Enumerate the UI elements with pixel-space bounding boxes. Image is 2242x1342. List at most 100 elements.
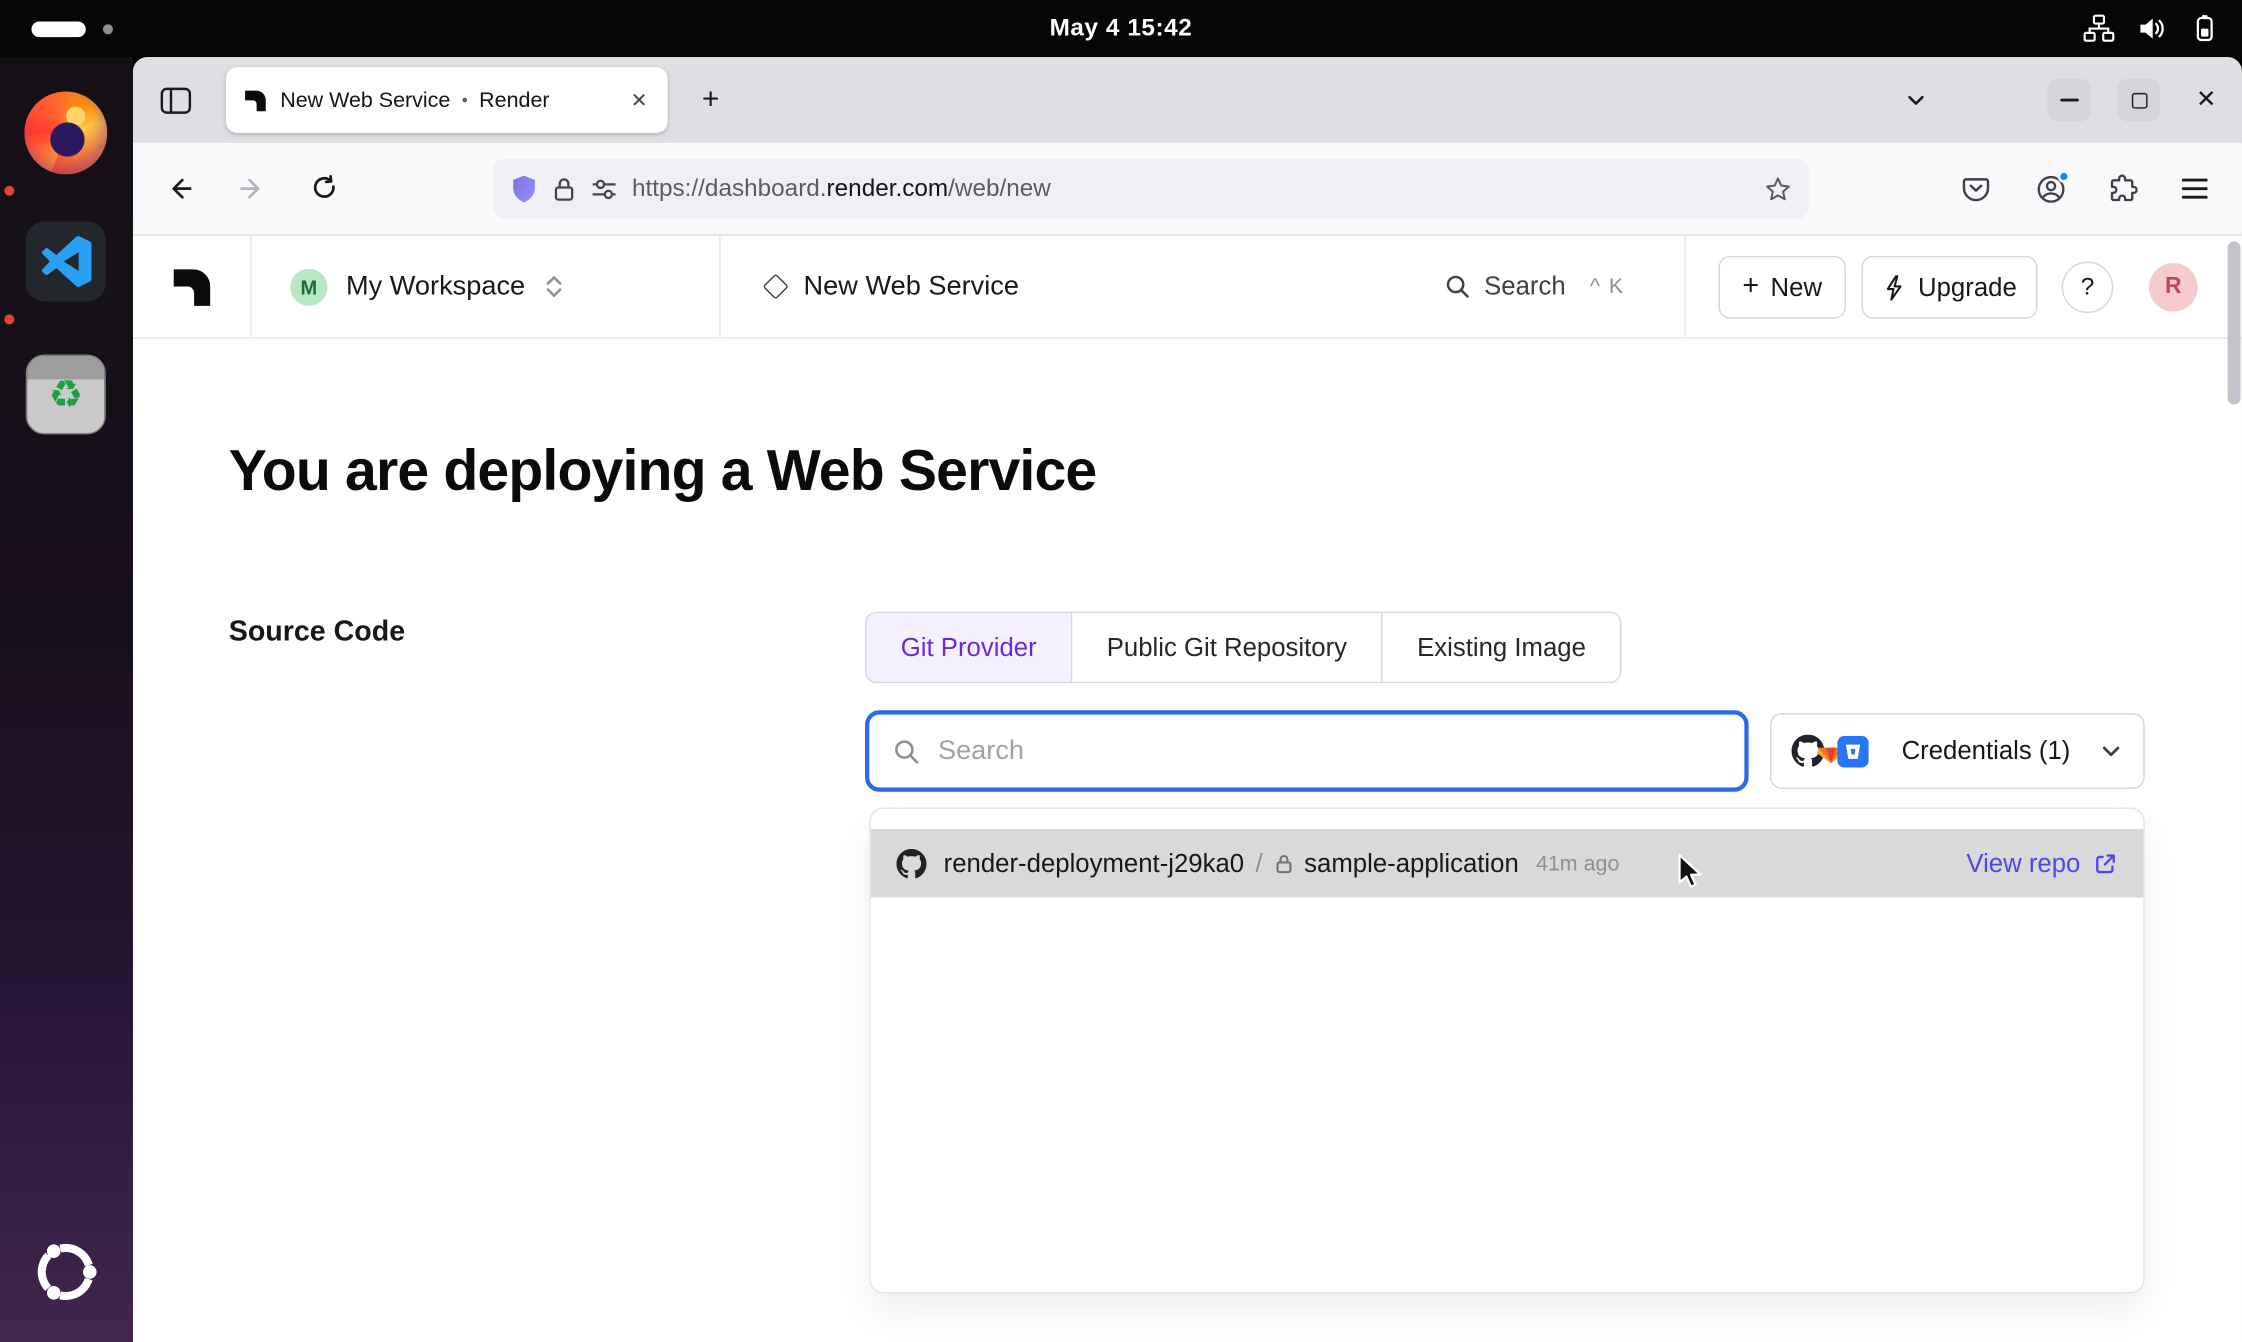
window-restore-button[interactable] <box>2118 79 2161 122</box>
repo-results-panel: render-deployment-j29ka0 / sample-applic… <box>869 807 2144 1293</box>
user-avatar[interactable]: R <box>2149 263 2198 312</box>
system-top-bar: May 4 15:42 <box>0 0 2242 57</box>
service-diamond-icon <box>763 273 789 299</box>
dock: ♻ <box>0 57 133 1342</box>
battery-icon[interactable] <box>2190 14 2219 43</box>
url-bar[interactable]: https://dashboard.render.com/web/new <box>493 159 1808 219</box>
menu-hamburger-icon[interactable] <box>2170 164 2219 213</box>
tab-title-rest: Render <box>479 88 549 112</box>
recycle-glyph: ♻ <box>48 375 83 414</box>
recycle-bin-icon: ♻ <box>26 354 106 434</box>
search-icon <box>1444 273 1471 300</box>
credential-provider-icons <box>1792 735 1859 768</box>
repo-search-input[interactable] <box>938 735 1722 766</box>
tab-existing-image[interactable]: Existing Image <box>1383 613 1620 682</box>
ubuntu-logo-icon <box>26 1232 106 1312</box>
deploy-heading: You are deploying a Web Service <box>229 440 1097 504</box>
volume-icon[interactable] <box>2138 14 2168 43</box>
workspace-avatar: M <box>290 268 327 305</box>
header-divider <box>719 236 720 337</box>
vscode-icon <box>26 222 106 302</box>
credentials-dropdown[interactable]: Credentials (1) <box>1770 713 2145 789</box>
page-title: New Web Service <box>804 271 1019 302</box>
tab-strip: New Web Service • Render ✕ + ✕ <box>133 57 2242 143</box>
reload-button[interactable] <box>300 164 349 213</box>
search-label: Search <box>1484 272 1566 302</box>
upgrade-button-label: Upgrade <box>1918 272 2017 302</box>
workspace-switcher[interactable]: M My Workspace <box>290 236 565 337</box>
window-close-button[interactable]: ✕ <box>2185 79 2228 122</box>
vscode-dock-icon[interactable] <box>24 220 107 303</box>
firefox-icon <box>24 91 107 174</box>
private-lock-icon <box>1274 853 1294 874</box>
forward-button[interactable] <box>227 164 276 213</box>
repo-row[interactable]: render-deployment-j29ka0 / sample-applic… <box>871 829 2144 898</box>
tab-title-bullet: • <box>462 90 468 110</box>
firefox-running-dot <box>4 186 14 196</box>
lock-icon[interactable] <box>552 175 576 202</box>
view-repo-label: View repo <box>1966 848 2080 878</box>
system-clock[interactable]: May 4 15:42 <box>1050 0 1193 57</box>
bookmark-star-icon[interactable] <box>1764 175 1791 202</box>
url-domain: render.com <box>827 174 949 201</box>
tab-public-git-repository[interactable]: Public Git Repository <box>1072 613 1382 682</box>
list-tabs-chevron-button[interactable] <box>1893 77 1939 123</box>
browser-tab-active[interactable]: New Web Service • Render ✕ <box>226 67 668 133</box>
url-prefix: https://dashboard. <box>632 174 827 201</box>
tab-git-provider[interactable]: Git Provider <box>866 613 1072 682</box>
permissions-sliders-icon[interactable] <box>591 177 618 201</box>
help-button[interactable]: ? <box>2062 262 2113 313</box>
header-divider-2 <box>1684 236 1685 337</box>
new-button-label: New <box>1771 272 1822 302</box>
tab-title-main: New Web Service <box>280 88 450 112</box>
global-search-button[interactable]: Search ^ K <box>1444 236 1625 337</box>
back-button[interactable] <box>156 164 205 213</box>
github-icon <box>896 848 926 878</box>
firefox-dock-icon[interactable] <box>24 91 107 174</box>
navigation-toolbar: https://dashboard.render.com/web/new <box>133 143 2242 236</box>
restore-icon <box>2131 92 2147 108</box>
account-notification-dot <box>2057 169 2070 182</box>
window-minimize-button[interactable] <box>2047 79 2090 122</box>
view-repo-link[interactable]: View repo <box>1966 848 2117 878</box>
extensions-puzzle-icon[interactable] <box>2098 164 2147 213</box>
firefox-view-button[interactable] <box>153 77 199 123</box>
chevron-down-icon <box>2099 739 2123 763</box>
page-scrollbar-thumb[interactable] <box>2228 242 2241 405</box>
url-text: https://dashboard.render.com/web/new <box>632 174 1764 203</box>
minimize-icon <box>2060 99 2079 102</box>
workspace-name: My Workspace <box>346 271 525 302</box>
breadcrumb: New Web Service <box>766 236 1019 337</box>
tracking-protection-shield-icon[interactable] <box>510 174 537 204</box>
bitbucket-icon <box>1837 735 1868 766</box>
render-dashboard-page: M My Workspace New Web Service Search ^ … <box>133 236 2242 1342</box>
new-tab-button[interactable]: + <box>688 77 734 123</box>
activities-pill[interactable] <box>31 21 85 37</box>
hamburger-bars <box>2182 187 2208 190</box>
mouse-cursor <box>1671 852 1710 899</box>
upgrade-button[interactable]: Upgrade <box>1862 256 2038 319</box>
external-link-icon <box>2093 851 2117 875</box>
ubuntu-apps-button[interactable] <box>24 1231 107 1314</box>
source-type-tabs: Git Provider Public Git Repository Exist… <box>865 612 1622 683</box>
firefox-window: New Web Service • Render ✕ + ✕ <box>133 57 2242 1342</box>
render-logo[interactable] <box>133 236 252 337</box>
url-path: /web/new <box>948 174 1051 201</box>
search-shortcut: ^ K <box>1590 274 1625 298</box>
tab-close-button[interactable]: ✕ <box>625 86 654 115</box>
new-button[interactable]: + New <box>1719 256 1846 319</box>
trash-dock-icon[interactable]: ♻ <box>24 353 107 436</box>
system-tray <box>2083 0 2219 57</box>
credentials-label: Credentials (1) <box>1873 736 2099 766</box>
repo-search-box <box>865 710 1749 791</box>
vscode-running-dot <box>4 314 14 324</box>
account-icon[interactable] <box>2026 164 2075 213</box>
sort-chevrons-icon <box>544 274 565 298</box>
plus-icon: + <box>1742 272 1759 301</box>
tab-title: New Web Service • Render <box>280 88 606 112</box>
search-icon <box>892 737 921 766</box>
workspace-dot <box>103 24 113 34</box>
render-favicon <box>243 88 267 112</box>
network-icon[interactable] <box>2083 14 2114 43</box>
pocket-icon[interactable] <box>1952 164 2001 213</box>
